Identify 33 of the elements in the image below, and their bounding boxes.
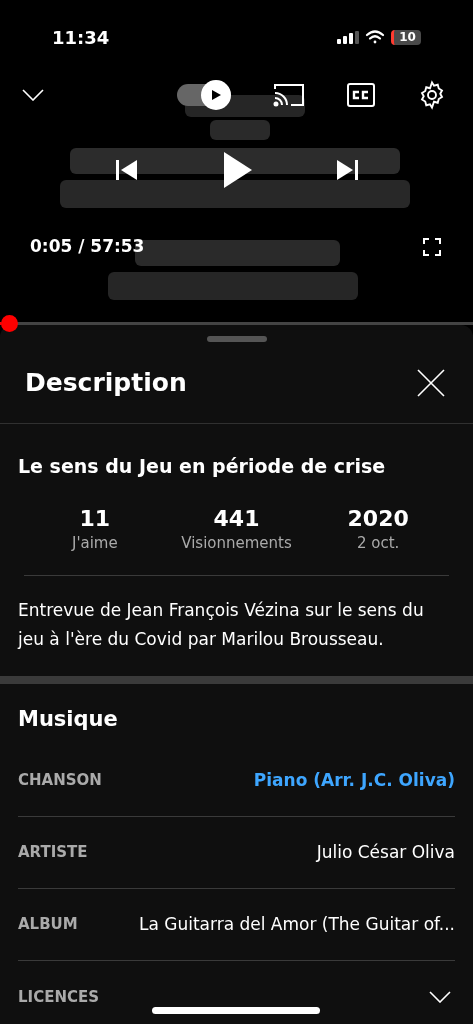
row-label: ARTISTE	[18, 842, 88, 864]
signal-icon	[337, 30, 359, 44]
close-icon[interactable]	[417, 368, 445, 397]
stat-value: 441	[213, 504, 260, 532]
play-button[interactable]	[221, 152, 252, 188]
fullscreen-button[interactable]	[423, 237, 441, 256]
row-value: La Guitarra del Amor (The Guitar of...	[138, 912, 455, 936]
row-label: CHANSON	[18, 770, 102, 792]
video-description: Entrevue de Jean François Vézina sur le sens du jeu à l'ère du Covid par Marilou Brousseau.	[18, 598, 425, 651]
chevron-down-icon	[22, 89, 44, 101]
stat-value: 11	[79, 504, 111, 532]
next-button[interactable]	[335, 160, 358, 180]
minimize-button[interactable]	[22, 89, 44, 101]
status-time: 11:34	[52, 25, 110, 50]
wifi-icon	[365, 30, 385, 44]
row-label: ALBUM	[18, 914, 78, 936]
row-value: Julio César Oliva	[316, 840, 455, 864]
section-title: Musique	[18, 705, 119, 733]
chevron-icon	[429, 991, 451, 1003]
previous-button[interactable]	[115, 160, 138, 180]
stat-value: 2020	[347, 504, 409, 532]
cast-button[interactable]	[273, 83, 305, 107]
stat-label: Visionnements	[181, 533, 292, 554]
video-title: Le sens du Jeu en période de crise	[18, 454, 387, 479]
song-link[interactable]: Piano (Arr. J.C. Oliva)	[253, 767, 455, 794]
captions-button[interactable]	[347, 83, 375, 107]
sheet-title: Description	[25, 366, 187, 399]
play-icon	[210, 89, 222, 101]
stat-label: J'aime	[71, 533, 118, 554]
stat-label: 2 oct.	[356, 533, 400, 554]
playback-time: 0:05 / 57:53	[30, 235, 145, 258]
row-label: LICENCES	[18, 986, 99, 1008]
drag-handle[interactable]	[206, 336, 267, 342]
